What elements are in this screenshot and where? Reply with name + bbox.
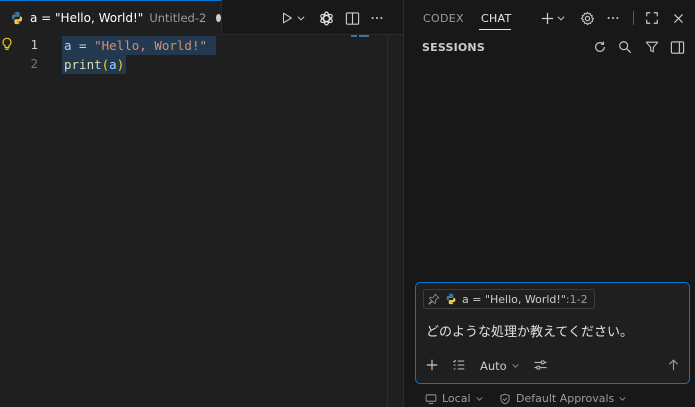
mode-select-value: Auto (480, 359, 507, 373)
new-chat-icon[interactable] (539, 10, 555, 26)
approvals-select[interactable]: Default Approvals (499, 392, 627, 405)
tab-chat[interactable]: CHAT (481, 12, 512, 25)
toggle-sidebar-icon[interactable] (669, 39, 685, 55)
run-icon[interactable] (278, 9, 296, 27)
mode-select[interactable]: Auto (480, 359, 520, 373)
editor-tab-untitled-2[interactable]: a = "Hello, World!" Untitled-2 (0, 0, 222, 35)
line-number-gutter: 1 2 (0, 35, 58, 407)
send-arrow-icon[interactable] (665, 357, 681, 373)
chevron-down-icon (511, 359, 520, 373)
chat-input-box[interactable]: a = "Hello, World!" :1-2 どのような処理か教えてください… (415, 282, 690, 384)
chat-footer: Local Default Approvals (404, 390, 695, 407)
unsaved-dot-icon[interactable] (216, 14, 221, 22)
tab-codex[interactable]: CODEX (423, 12, 464, 25)
line-number: 1 (30, 37, 38, 52)
editor-area: a = "Hello, World!" Untitled-2 1 2 a = "… (0, 0, 403, 407)
python-icon (445, 293, 457, 305)
chat-input-text[interactable]: どのような処理か教えてください。 (426, 321, 633, 340)
openai-icon[interactable] (317, 9, 335, 27)
pin-icon[interactable] (428, 293, 440, 305)
more-icon[interactable] (368, 9, 386, 27)
close-icon[interactable] (670, 10, 686, 26)
location-select[interactable]: Local (425, 392, 484, 405)
gear-icon[interactable] (579, 10, 595, 26)
python-icon (10, 11, 24, 25)
tasks-list-icon[interactable] (451, 357, 467, 373)
line-number: 2 (30, 56, 38, 71)
code-token: "Hello, World!" (94, 38, 207, 53)
code-line: print(a) (64, 55, 124, 74)
settings-sliders-icon[interactable] (532, 357, 548, 373)
panel-tab-bar: CODEX CHAT (404, 0, 695, 35)
editor-tab-bar: a = "Hello, World!" Untitled-2 (0, 0, 403, 35)
context-line-range: :1-2 (565, 292, 588, 306)
add-context-icon[interactable] (424, 357, 440, 373)
approvals-label: Default Approvals (516, 392, 615, 405)
chevron-down-icon[interactable] (556, 10, 566, 26)
search-icon[interactable] (617, 39, 633, 55)
code-editor[interactable]: 1 2 a = "Hello, World!" print(a) (0, 35, 403, 407)
code-line: a = "Hello, World!" (64, 36, 207, 55)
chevron-down-icon (475, 397, 483, 401)
tab-description: Untitled-2 (149, 11, 207, 25)
code-token: a (109, 57, 117, 72)
tab-title: a = "Hello, World!" (30, 11, 144, 25)
sessions-header: SESSIONS (404, 35, 695, 59)
minimap[interactable] (351, 35, 369, 38)
monitor-icon (425, 393, 437, 404)
sessions-title: SESSIONS (422, 41, 485, 54)
active-tab-indicator (479, 29, 511, 30)
split-editor-icon[interactable] (343, 9, 361, 27)
chat-panel: CODEX CHAT SESSIONS a = "Hello, World!" … (403, 0, 695, 407)
editor-scrollbar[interactable] (387, 35, 388, 407)
context-attachment-chip[interactable]: a = "Hello, World!" :1-2 (423, 289, 595, 309)
lightbulb-icon[interactable] (0, 36, 14, 52)
filter-icon[interactable] (644, 39, 660, 55)
code-token: ) (116, 57, 125, 72)
code-token: print (64, 57, 102, 72)
more-icon[interactable] (605, 10, 621, 26)
context-file-label: a = "Hello, World!" (462, 292, 566, 306)
code-token: a (64, 38, 72, 53)
code-token: = (71, 38, 95, 53)
shield-icon (500, 393, 510, 404)
toolbar-separator (633, 11, 634, 25)
chevron-down-icon[interactable] (295, 9, 307, 27)
refresh-icon[interactable] (592, 39, 608, 55)
maximize-icon[interactable] (644, 10, 660, 26)
location-label: Local (442, 392, 471, 405)
chevron-down-icon (619, 397, 626, 401)
